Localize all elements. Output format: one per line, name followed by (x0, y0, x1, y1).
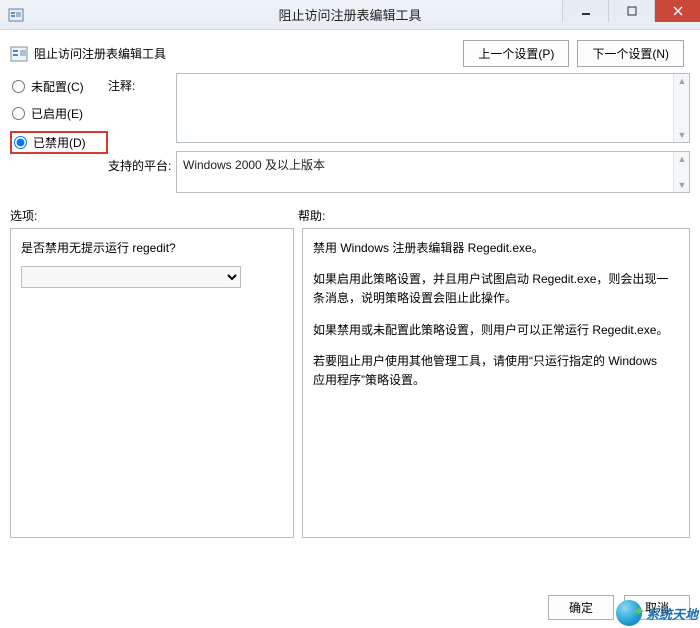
close-button[interactable] (654, 0, 700, 22)
titlebar: 阻止访问注册表编辑工具 (0, 0, 700, 30)
scroll-down-icon: ▼ (674, 128, 690, 142)
app-icon (8, 7, 24, 23)
radio-enabled[interactable]: 已启用(E) (10, 104, 108, 123)
radio-disabled-input[interactable] (14, 136, 27, 149)
comment-label: 注释: (108, 73, 176, 94)
scroll-up-icon: ▲ (674, 152, 690, 166)
radio-disabled[interactable]: 已禁用(D) (10, 131, 108, 154)
supported-on-text: Windows 2000 及以上版本 (177, 152, 689, 192)
policy-title: 阻止访问注册表编辑工具 (34, 45, 166, 62)
option-select[interactable] (21, 266, 241, 288)
scroll-up-icon: ▲ (674, 74, 690, 88)
radio-not-configured-label: 未配置(C) (31, 78, 84, 95)
help-text: 如果禁用或未配置此策略设置，则用户可以正常运行 Regedit.exe。 (313, 321, 669, 340)
window-controls (562, 0, 700, 22)
scroll-down-icon: ▼ (674, 178, 690, 192)
supported-on-box: Windows 2000 及以上版本 ▲ ▼ (176, 151, 690, 193)
dialog-footer: 确定 取消 (548, 595, 690, 620)
options-pane: 是否禁用无提示运行 regedit? (10, 228, 294, 538)
state-radio-group: 未配置(C) 已启用(E) 已禁用(D) (10, 73, 108, 193)
ok-button[interactable]: 确定 (548, 595, 614, 620)
comment-box: ▲ ▼ (176, 73, 690, 143)
radio-enabled-label: 已启用(E) (31, 105, 83, 122)
policy-icon (10, 45, 28, 63)
radio-disabled-label: 已禁用(D) (33, 134, 86, 151)
help-pane: 禁用 Windows 注册表编辑器 Regedit.exe。 如果启用此策略设置… (302, 228, 690, 538)
cancel-button[interactable]: 取消 (624, 595, 690, 620)
maximize-button[interactable] (608, 0, 654, 22)
option-question: 是否禁用无提示运行 regedit? (21, 239, 283, 256)
radio-enabled-input[interactable] (12, 107, 25, 120)
comment-scrollbar[interactable]: ▲ ▼ (673, 74, 689, 142)
previous-setting-button[interactable]: 上一个设置(P) (463, 40, 569, 67)
minimize-button[interactable] (562, 0, 608, 22)
dialog-content: 阻止访问注册表编辑工具 上一个设置(P) 下一个设置(N) 未配置(C) 已启用… (0, 30, 700, 538)
help-text: 如果启用此策略设置，并且用户试图启动 Regedit.exe，则会出现一条消息，… (313, 270, 669, 308)
help-text: 若要阻止用户使用其他管理工具，请使用“只运行指定的 Windows 应用程序”策… (313, 352, 669, 390)
options-label: 选项: (10, 207, 298, 224)
next-setting-button[interactable]: 下一个设置(N) (577, 40, 684, 67)
radio-not-configured[interactable]: 未配置(C) (10, 77, 108, 96)
help-text: 禁用 Windows 注册表编辑器 Regedit.exe。 (313, 239, 669, 258)
supported-on-label: 支持的平台: (108, 151, 176, 174)
comment-textarea[interactable] (177, 74, 689, 142)
help-label: 帮助: (298, 207, 690, 224)
supported-scrollbar[interactable]: ▲ ▼ (673, 152, 689, 192)
radio-not-configured-input[interactable] (12, 80, 25, 93)
